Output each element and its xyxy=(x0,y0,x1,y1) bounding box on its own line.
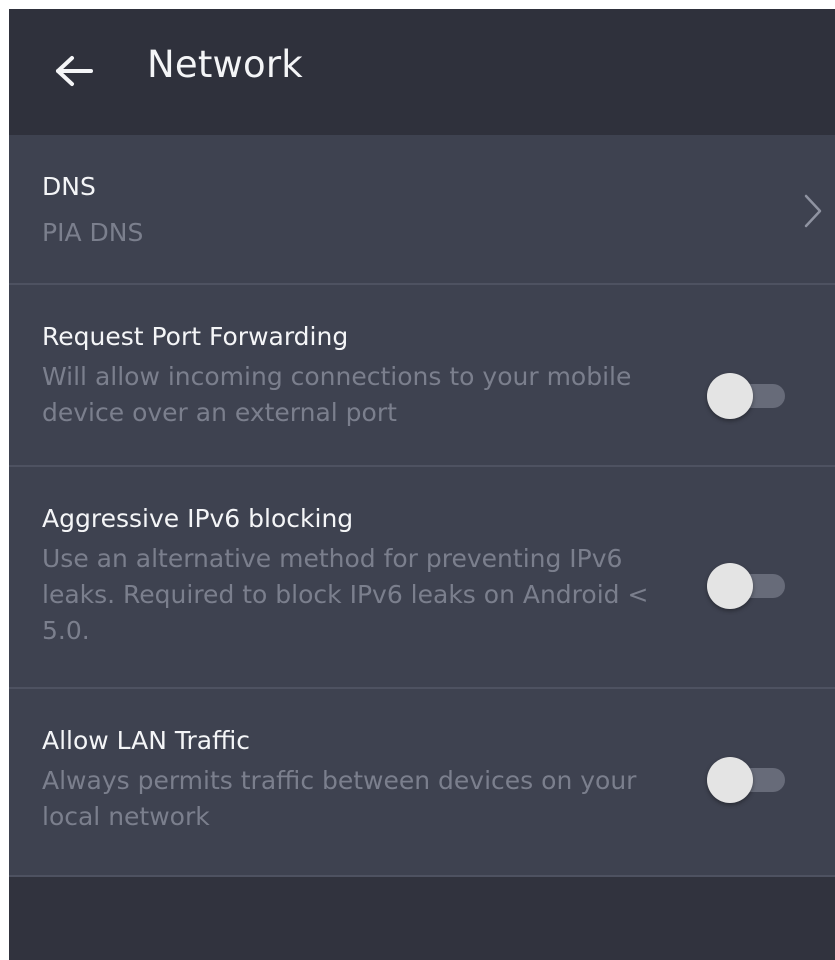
dns-setting-title: DNS xyxy=(42,172,96,201)
dns-setting-row[interactable]: DNS PIA DNS xyxy=(9,135,835,285)
lan-traffic-title: Allow LAN Traffic xyxy=(42,726,251,755)
page-title: Network xyxy=(147,43,303,86)
lan-traffic-toggle[interactable] xyxy=(707,757,785,803)
dns-setting-value: PIA DNS xyxy=(42,218,144,247)
arrow-left-icon xyxy=(56,56,93,86)
port-forwarding-title: Request Port Forwarding xyxy=(42,322,349,351)
ipv6-blocking-setting-row: Aggressive IPv6 blocking Use an alternat… xyxy=(9,467,835,689)
back-button[interactable] xyxy=(49,49,99,93)
toggle-knob xyxy=(707,563,753,609)
port-forwarding-setting-row: Request Port Forwarding Will allow incom… xyxy=(9,285,835,467)
ipv6-blocking-description: Use an alternative method for preventing… xyxy=(42,544,649,645)
ipv6-blocking-toggle[interactable] xyxy=(707,563,785,609)
lan-traffic-description: Always permits traffic between devices o… xyxy=(42,766,637,831)
toggle-knob xyxy=(707,373,753,419)
lan-traffic-setting-row: Allow LAN Traffic Always permits traffic… xyxy=(9,689,835,877)
chevron-right-icon xyxy=(804,194,822,228)
settings-list: DNS PIA DNS Request Port Forwarding Will… xyxy=(9,135,835,877)
port-forwarding-toggle[interactable] xyxy=(707,373,785,419)
port-forwarding-description: Will allow incoming connections to your … xyxy=(42,362,632,427)
network-settings-screen: Network DNS PIA DNS Request Port Forward… xyxy=(9,9,835,960)
toggle-knob xyxy=(707,757,753,803)
app-bar: Network xyxy=(9,9,835,135)
ipv6-blocking-title: Aggressive IPv6 blocking xyxy=(42,504,354,533)
